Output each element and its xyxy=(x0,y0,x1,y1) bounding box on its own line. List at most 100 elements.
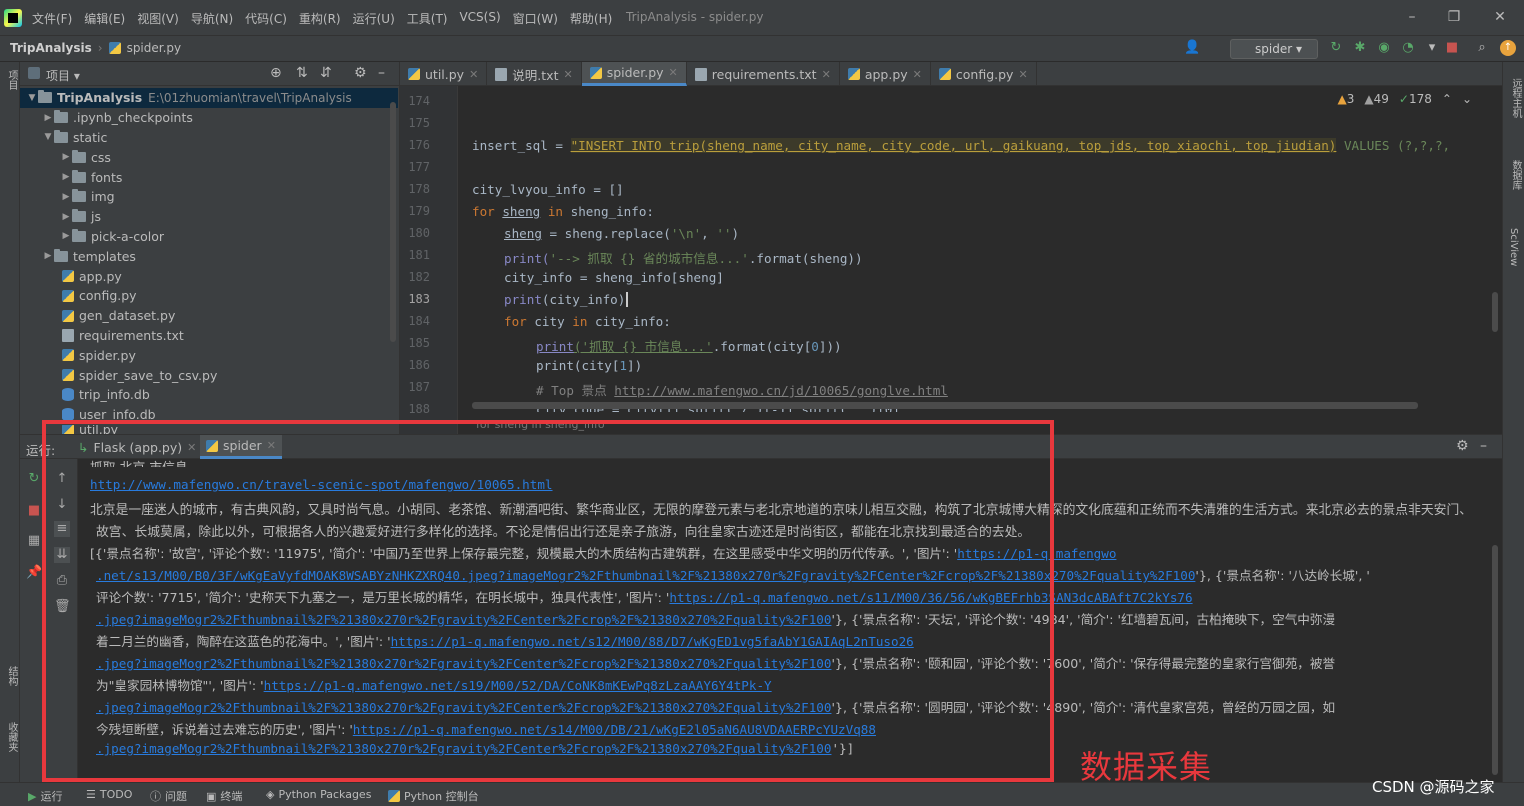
breadcrumb-project[interactable]: TripAnalysis xyxy=(10,41,92,55)
status-packages[interactable]: ◈ Python Packages xyxy=(266,788,371,801)
hide-icon[interactable]: – xyxy=(1480,438,1487,454)
sciview-tool-tab[interactable]: SciView xyxy=(1508,228,1519,266)
menu-refactor[interactable]: 重构(R) xyxy=(299,10,341,27)
folder-icon xyxy=(72,189,86,203)
python-file-icon xyxy=(62,309,74,322)
rerun-icon[interactable]: ↻ xyxy=(26,471,42,487)
highlight-box xyxy=(42,420,1054,782)
more-run-icon[interactable]: ▾ xyxy=(1424,40,1440,56)
menu-run[interactable]: 运行(U) xyxy=(353,10,395,27)
close-icon[interactable]: ✕ xyxy=(822,68,831,81)
menu-code[interactable]: 代码(C) xyxy=(245,10,287,27)
gear-icon[interactable]: ⚙ xyxy=(354,65,367,81)
tab-app[interactable]: app.py ✕ xyxy=(840,62,931,86)
rerun-icon[interactable]: ↻ xyxy=(1328,40,1344,56)
stop-icon[interactable]: ■ xyxy=(1444,40,1460,56)
close-icon[interactable]: ✕ xyxy=(563,68,572,81)
tree-item[interactable]: ▶ pick-a-color xyxy=(20,227,398,247)
tree-item[interactable]: ▶ css xyxy=(20,147,398,167)
terminal-icon: ▣ xyxy=(206,789,217,803)
update-icon[interactable]: ↑ xyxy=(1500,40,1516,56)
tab-util[interactable]: util.py ✕ xyxy=(400,62,488,86)
line-number: 176 xyxy=(408,138,430,152)
profile-icon[interactable]: ◔ xyxy=(1400,40,1416,56)
tree-item[interactable]: ▶ templates xyxy=(20,246,398,266)
gear-icon[interactable]: ⚙ xyxy=(1456,438,1469,454)
project-tree: ▼ TripAnalysis E:\01zhuomian\travel\TripAn… xyxy=(20,88,398,435)
editor-hscrollbar[interactable] xyxy=(472,402,1418,409)
left-tool-strip: 项目 结构 收藏夹 xyxy=(0,62,20,782)
folder-icon xyxy=(38,90,52,104)
user-icon[interactable]: 👤 xyxy=(1184,40,1200,56)
close-icon[interactable]: ✕ xyxy=(913,68,922,81)
status-problems[interactable]: ⓘ 问题 xyxy=(150,788,187,804)
tree-item[interactable]: ▼ static xyxy=(20,128,398,148)
python-file-icon xyxy=(62,349,74,362)
tree-item[interactable]: ▶ js xyxy=(20,207,398,227)
status-console[interactable]: Python 控制台 xyxy=(388,788,479,804)
search-icon[interactable]: ⌕ xyxy=(1474,40,1490,56)
breadcrumb: TripAnalysis › spider.py xyxy=(10,41,182,55)
tab-config[interactable]: config.py ✕ xyxy=(931,62,1037,86)
database-file-icon xyxy=(62,388,74,402)
python-file-icon xyxy=(589,66,602,79)
close-icon[interactable]: ✕ xyxy=(469,68,478,81)
tree-root[interactable]: ▼ TripAnalysis E:\01zhuomian\travel\TripAn… xyxy=(20,88,398,108)
inspection-widget[interactable]: ▲3 ▲49 ✓178 ⌃ ⌄ xyxy=(1338,92,1472,106)
stop-icon[interactable]: ■ xyxy=(26,503,42,519)
structure-tool-tab[interactable]: 结构 xyxy=(4,666,19,686)
tree-item[interactable]: gen_dataset.py xyxy=(20,306,398,326)
status-terminal[interactable]: ▣ 终端 xyxy=(206,788,242,804)
menu-help[interactable]: 帮助(H) xyxy=(570,10,612,27)
close-window-button[interactable]: ✕ xyxy=(1486,6,1514,28)
locate-icon[interactable]: ⊕ xyxy=(270,65,282,81)
run-config-select[interactable]: spider ▾ xyxy=(1230,39,1318,59)
tree-item[interactable]: ▶ img xyxy=(20,187,398,207)
python-file-icon xyxy=(847,68,860,80)
close-icon[interactable]: ✕ xyxy=(1018,68,1027,81)
menu-edit[interactable]: 编辑(E) xyxy=(84,10,125,27)
tree-item[interactable]: spider_save_to_csv.py xyxy=(20,365,398,385)
close-icon[interactable]: ✕ xyxy=(669,66,678,79)
maximize-button[interactable]: ❐ xyxy=(1440,6,1468,28)
run-vscrollbar[interactable] xyxy=(1492,545,1498,775)
menu-navigate[interactable]: 导航(N) xyxy=(191,10,233,27)
pin-icon[interactable]: 📌 xyxy=(26,565,42,581)
folder-icon xyxy=(54,110,68,124)
tree-item[interactable]: app.py xyxy=(20,266,398,286)
text-file-icon xyxy=(495,67,508,81)
menu-tools[interactable]: 工具(T) xyxy=(407,10,448,27)
database-tool-tab[interactable]: 数据库 xyxy=(1508,160,1523,190)
favorites-tool-tab[interactable]: 收藏夹 xyxy=(4,722,19,752)
tree-item[interactable]: trip_info.db xyxy=(20,385,398,405)
remote-host-tool-tab[interactable]: 远程主机 xyxy=(1508,78,1523,118)
collapse-all-icon[interactable]: ⇵ xyxy=(320,65,332,81)
layout-icon[interactable]: ▦ xyxy=(26,533,42,549)
tree-item[interactable]: config.py xyxy=(20,286,398,306)
editor-vscrollbar[interactable] xyxy=(1492,292,1498,332)
minimize-button[interactable]: – xyxy=(1398,6,1426,28)
coverage-icon[interactable]: ◉ xyxy=(1376,40,1392,56)
debug-icon[interactable]: ✱ xyxy=(1352,40,1368,56)
menu-vcs[interactable]: VCS(S) xyxy=(459,10,500,27)
info-icon: ⓘ xyxy=(150,790,161,803)
status-run[interactable]: ▶ 运行 xyxy=(28,788,62,804)
tab-spider[interactable]: spider.py ✕ xyxy=(581,62,687,86)
project-tool-tab[interactable]: 项目 xyxy=(4,70,19,90)
status-todo[interactable]: ☰ TODO xyxy=(86,788,132,801)
tree-item[interactable]: ▶ fonts xyxy=(20,167,398,187)
breadcrumb-file[interactable]: spider.py xyxy=(127,41,182,55)
expand-all-icon[interactable]: ⇅ xyxy=(296,65,308,81)
project-panel-title[interactable]: 项目 ▾ xyxy=(46,67,80,84)
tab-requirements[interactable]: requirements.txt ✕ xyxy=(687,62,840,86)
tab-readme[interactable]: 说明.txt ✕ xyxy=(487,62,582,86)
hide-icon[interactable]: – xyxy=(378,65,385,81)
tree-item[interactable]: ▶ .ipynb_checkpoints xyxy=(20,108,398,128)
menu-file[interactable]: 文件(F) xyxy=(32,10,72,27)
folder-icon xyxy=(72,209,86,223)
tree-item[interactable]: spider.py xyxy=(20,345,398,365)
menu-view[interactable]: 视图(V) xyxy=(137,10,179,27)
project-scrollbar[interactable] xyxy=(390,102,396,342)
menu-window[interactable]: 窗口(W) xyxy=(513,10,558,27)
tree-item[interactable]: requirements.txt xyxy=(20,326,398,346)
